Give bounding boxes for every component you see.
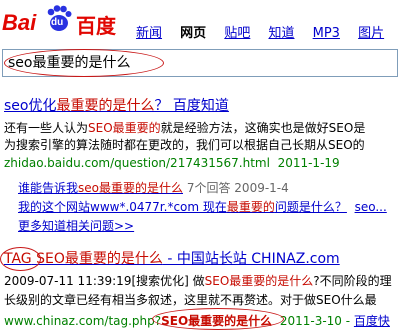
sub-result-link[interactable]: 谁能告诉我seo最重要的是什么 xyxy=(18,181,183,195)
logo-chinese: 百度 xyxy=(76,14,116,38)
logo-latin: Bai xyxy=(2,10,37,35)
cache-link[interactable]: 百度快 xyxy=(354,314,390,328)
nav-images[interactable]: 图片 xyxy=(358,26,384,41)
sub-result: 我的这个网站www*.0477r.*com 现在最重要的问题是什么？ seo..… xyxy=(18,200,387,214)
baidu-logo[interactable]: Bai du 百度 xyxy=(2,4,126,38)
result-title[interactable]: TAG SEO最重要的是什么 - 中国站长站 CHINAZ.com xyxy=(4,248,340,268)
nav-web[interactable]: 网页 xyxy=(180,26,206,41)
nav-mp3[interactable]: MP3 xyxy=(313,26,340,41)
result-snippet-line2: 为搜索引擎的算法随时都在更改的，我们可以根据自己长期从SEO的 xyxy=(4,138,365,152)
category-nav: 新闻 网页 贴吧 知道 MP3 图片 视 xyxy=(136,22,400,41)
nav-zhidao[interactable]: 知道 xyxy=(268,26,294,41)
sub-result: 谁能告诉我seo最重要的是什么 7个回答 2009-1-4 xyxy=(18,181,289,195)
annotation-circle xyxy=(0,247,41,271)
sub-result-link[interactable]: 我的这个网站www*.0477r.*com 现在最重要的问题是什么？ xyxy=(18,200,347,214)
more-questions-link[interactable]: 更多知道相关问题>> xyxy=(18,217,134,234)
annotation-circle xyxy=(4,49,164,77)
nav-news[interactable]: 新闻 xyxy=(136,26,162,41)
result-title[interactable]: seo优化最重要的是什么？ 百度知道 xyxy=(4,95,229,115)
result-snippet-line2: 长级别的文章已经有相当多叙述，这里就不再赘述。对于做SEO什么最 xyxy=(4,293,377,307)
result-snippet: 还有一些人认为SEO最重要的就是经验方法，这确实也是做好SEO是 xyxy=(4,121,366,135)
result-snippet: 2009-07-11 11:39:19[搜索优化] 做SEO最重要的是什么?不同… xyxy=(4,274,392,288)
logo-paw-text: du xyxy=(51,17,64,28)
result-url: zhidao.baidu.com/question/217431567.html… xyxy=(4,156,340,170)
annotation-circle xyxy=(152,308,284,330)
nav-tieba[interactable]: 贴吧 xyxy=(224,26,250,41)
